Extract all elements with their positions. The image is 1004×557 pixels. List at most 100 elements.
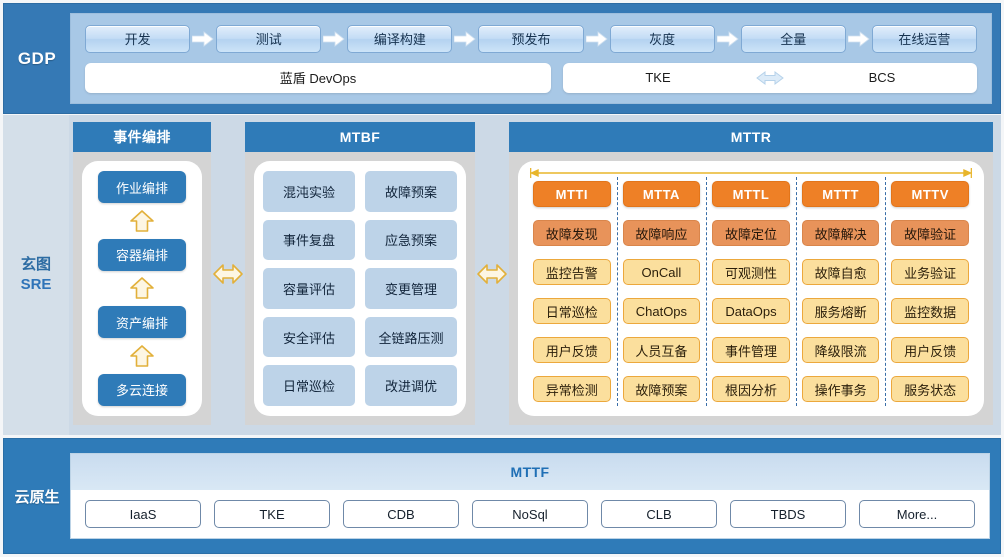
mttr-item-chip[interactable]: 服务状态 (891, 376, 969, 402)
cloud-native-panel: MTTF IaaS TKE CDB NoSql CLB TBDS More... (70, 453, 990, 539)
mttr-cell: 故障预案 (617, 372, 707, 406)
mttr-stage-chip[interactable]: 故障响应 (622, 220, 701, 246)
architecture-diagram: GDP 开发 测试 编译构建 预发布 灰度 全量 在线运营 蓝盾 DevOps TKE BC… (0, 0, 1004, 557)
mttr-item-chip[interactable]: 故障预案 (622, 376, 701, 402)
pipeline-stage[interactable]: 预发布 (478, 24, 584, 53)
event-chip[interactable]: 容器编排 (98, 238, 186, 271)
mttr-cell: OnCall (617, 255, 707, 289)
mttr-cell: 异常检测 (527, 372, 617, 406)
right-arrow-icon (321, 25, 347, 53)
mttr-item-chip[interactable]: ChatOps (622, 298, 701, 324)
event-chip-stack: 作业编排容器编排资产编排多云连接 (91, 171, 193, 406)
mtbf-chip[interactable]: 应急预案 (365, 219, 457, 261)
mttr-item-chip[interactable]: 人员互备 (622, 337, 701, 363)
mttr-item-chip[interactable]: 操作事务 (801, 376, 880, 402)
tool-devops[interactable]: 蓝盾 DevOps (85, 62, 551, 93)
cloud-native-chip[interactable]: CLB (601, 500, 717, 528)
mttr-column-divider (795, 177, 797, 406)
mttr-phase-chip[interactable]: MTTI (533, 181, 611, 207)
mttr-item-chip[interactable]: 降级限流 (801, 337, 880, 363)
mttr-stage-chip[interactable]: 故障发现 (533, 220, 611, 246)
mttr-phase-chip[interactable]: MTTL (712, 181, 790, 207)
event-chip[interactable]: 资产编排 (98, 306, 186, 339)
mttr-phase-chip[interactable]: MTTT (801, 181, 880, 207)
mttr-cell: 服务状态 (885, 372, 975, 406)
mtbf-chip[interactable]: 改进调优 (365, 365, 457, 406)
cloud-native-chip[interactable]: TBDS (730, 500, 846, 528)
double-arrow-icon (753, 68, 787, 88)
mttr-cell: 人员互备 (617, 333, 707, 367)
mttr-item-chip[interactable]: 根因分析 (712, 376, 790, 402)
mttr-item-chip[interactable]: OnCall (622, 259, 701, 285)
pipeline-stage[interactable]: 测试 (216, 24, 322, 53)
mttr-item-chip[interactable]: 监控告警 (533, 259, 611, 285)
tool-pair-tke-bcs[interactable]: TKE BCS (563, 62, 977, 93)
gdp-pipeline: 开发 测试 编译构建 预发布 灰度 全量 在线运营 (81, 24, 981, 54)
pipeline-stage[interactable]: 全量 (740, 24, 846, 53)
connector-arrow-event-mtbf (211, 122, 245, 425)
sre-section-label: 玄图 SRE (3, 115, 69, 435)
mtbf-grid: 混沌实验 故障预案 事件复盘 应急预案 容量评估 变更管理 安全评估 全链路压测 日常巡检 改进调… (263, 171, 457, 406)
event-chip[interactable]: 多云连接 (98, 373, 186, 406)
cloud-native-label: 云原生 (14, 488, 60, 506)
up-arrow-icon (129, 343, 155, 369)
mttr-cell: MTTI (527, 177, 617, 211)
mttr-item-chip[interactable]: 异常检测 (533, 376, 611, 402)
mttr-item-chip[interactable]: DataOps (712, 298, 790, 324)
cloud-native-chip[interactable]: CDB (343, 500, 459, 528)
mtbf-chip[interactable]: 安全评估 (263, 316, 355, 358)
mttr-cell: 监控告警 (527, 255, 617, 289)
mttr-item-chip[interactable]: 日常巡检 (533, 298, 611, 324)
sre-label-sub: SRE (20, 276, 52, 293)
column-mtbf-body: 混沌实验 故障预案 事件复盘 应急预案 容量评估 变更管理 安全评估 全链路压测 日常巡检 改进调… (254, 161, 466, 416)
cloud-native-chip[interactable]: NoSql (472, 500, 588, 528)
column-mttr-header: MTTR (509, 122, 993, 152)
mttr-cell: 故障验证 (885, 216, 975, 250)
up-arrow-icon (129, 275, 155, 301)
sre-label-main: 玄图 (20, 255, 51, 273)
mttr-phase-chip[interactable]: MTTA (622, 181, 701, 207)
mttr-phase-chip[interactable]: MTTV (891, 181, 969, 207)
column-event-header: 事件编排 (73, 122, 211, 152)
pipeline-stage[interactable]: 编译构建 (347, 24, 453, 53)
pipeline-stage[interactable]: 灰度 (609, 24, 715, 53)
pipeline-stage[interactable]: 开发 (85, 24, 191, 53)
column-mtbf: MTBF 混沌实验 故障预案 事件复盘 应急预案 容量评估 变更管理 安全评估 全链路压测 日常… (245, 122, 475, 425)
mttr-item-chip[interactable]: 业务验证 (891, 259, 969, 285)
mttr-cell: 用户反馈 (885, 333, 975, 367)
mtbf-chip[interactable]: 变更管理 (365, 268, 457, 309)
mtbf-chip[interactable]: 容量评估 (263, 268, 355, 309)
mttr-cell: MTTL (706, 177, 796, 211)
mttr-stage-chip[interactable]: 故障解决 (801, 220, 880, 246)
mtbf-chip[interactable]: 混沌实验 (263, 171, 355, 212)
mttr-cell: ChatOps (617, 294, 707, 328)
mttr-item-chip[interactable]: 监控数据 (891, 298, 969, 324)
column-event-orchestration: 事件编排 作业编排容器编排资产编排多云连接 (73, 122, 211, 425)
mttr-item-chip[interactable]: 用户反馈 (891, 337, 969, 363)
mtbf-chip[interactable]: 日常巡检 (263, 365, 355, 406)
event-chip[interactable]: 作业编排 (98, 171, 186, 203)
mttr-stage-chip[interactable]: 故障验证 (891, 220, 969, 246)
connector-arrow-mtbf-mttr (475, 122, 509, 425)
mttr-item-chip[interactable]: 故障自愈 (801, 259, 880, 285)
column-mttr-body: MTTI MTTA MTTL MTTT MTTV 故障发现 故障响应 故障定位 故障解决 故障验证… (518, 161, 984, 416)
mttr-stage-chip[interactable]: 故障定位 (712, 220, 790, 246)
gdp-section-label: GDP (17, 48, 57, 68)
mtbf-chip[interactable]: 事件复盘 (263, 219, 355, 261)
cloud-native-chip[interactable]: IaaS (85, 500, 201, 528)
cloud-native-chip[interactable]: More... (859, 500, 975, 528)
mttr-cell: 用户反馈 (527, 333, 617, 367)
mttr-item-chip[interactable]: 可观测性 (712, 259, 790, 285)
mttr-item-chip[interactable]: 事件管理 (712, 337, 790, 363)
mttr-column-divider (616, 177, 618, 406)
mtbf-chip[interactable]: 全链路压测 (365, 316, 457, 358)
mttr-item-chip[interactable]: 用户反馈 (533, 337, 611, 363)
gdp-panel: 开发 测试 编译构建 预发布 灰度 全量 在线运营 蓝盾 DevOps TKE BCS (70, 13, 992, 104)
cloud-native-chip[interactable]: TKE (214, 500, 330, 528)
mttr-item-chip[interactable]: 服务熔断 (801, 298, 880, 324)
cloud-native-items: IaaS TKE CDB NoSql CLB TBDS More... (71, 490, 989, 538)
mttf-header: MTTF (71, 454, 989, 490)
mtbf-chip[interactable]: 故障预案 (365, 171, 457, 212)
tool-tke-label: TKE (645, 70, 671, 85)
pipeline-stage[interactable]: 在线运营 (871, 24, 977, 53)
